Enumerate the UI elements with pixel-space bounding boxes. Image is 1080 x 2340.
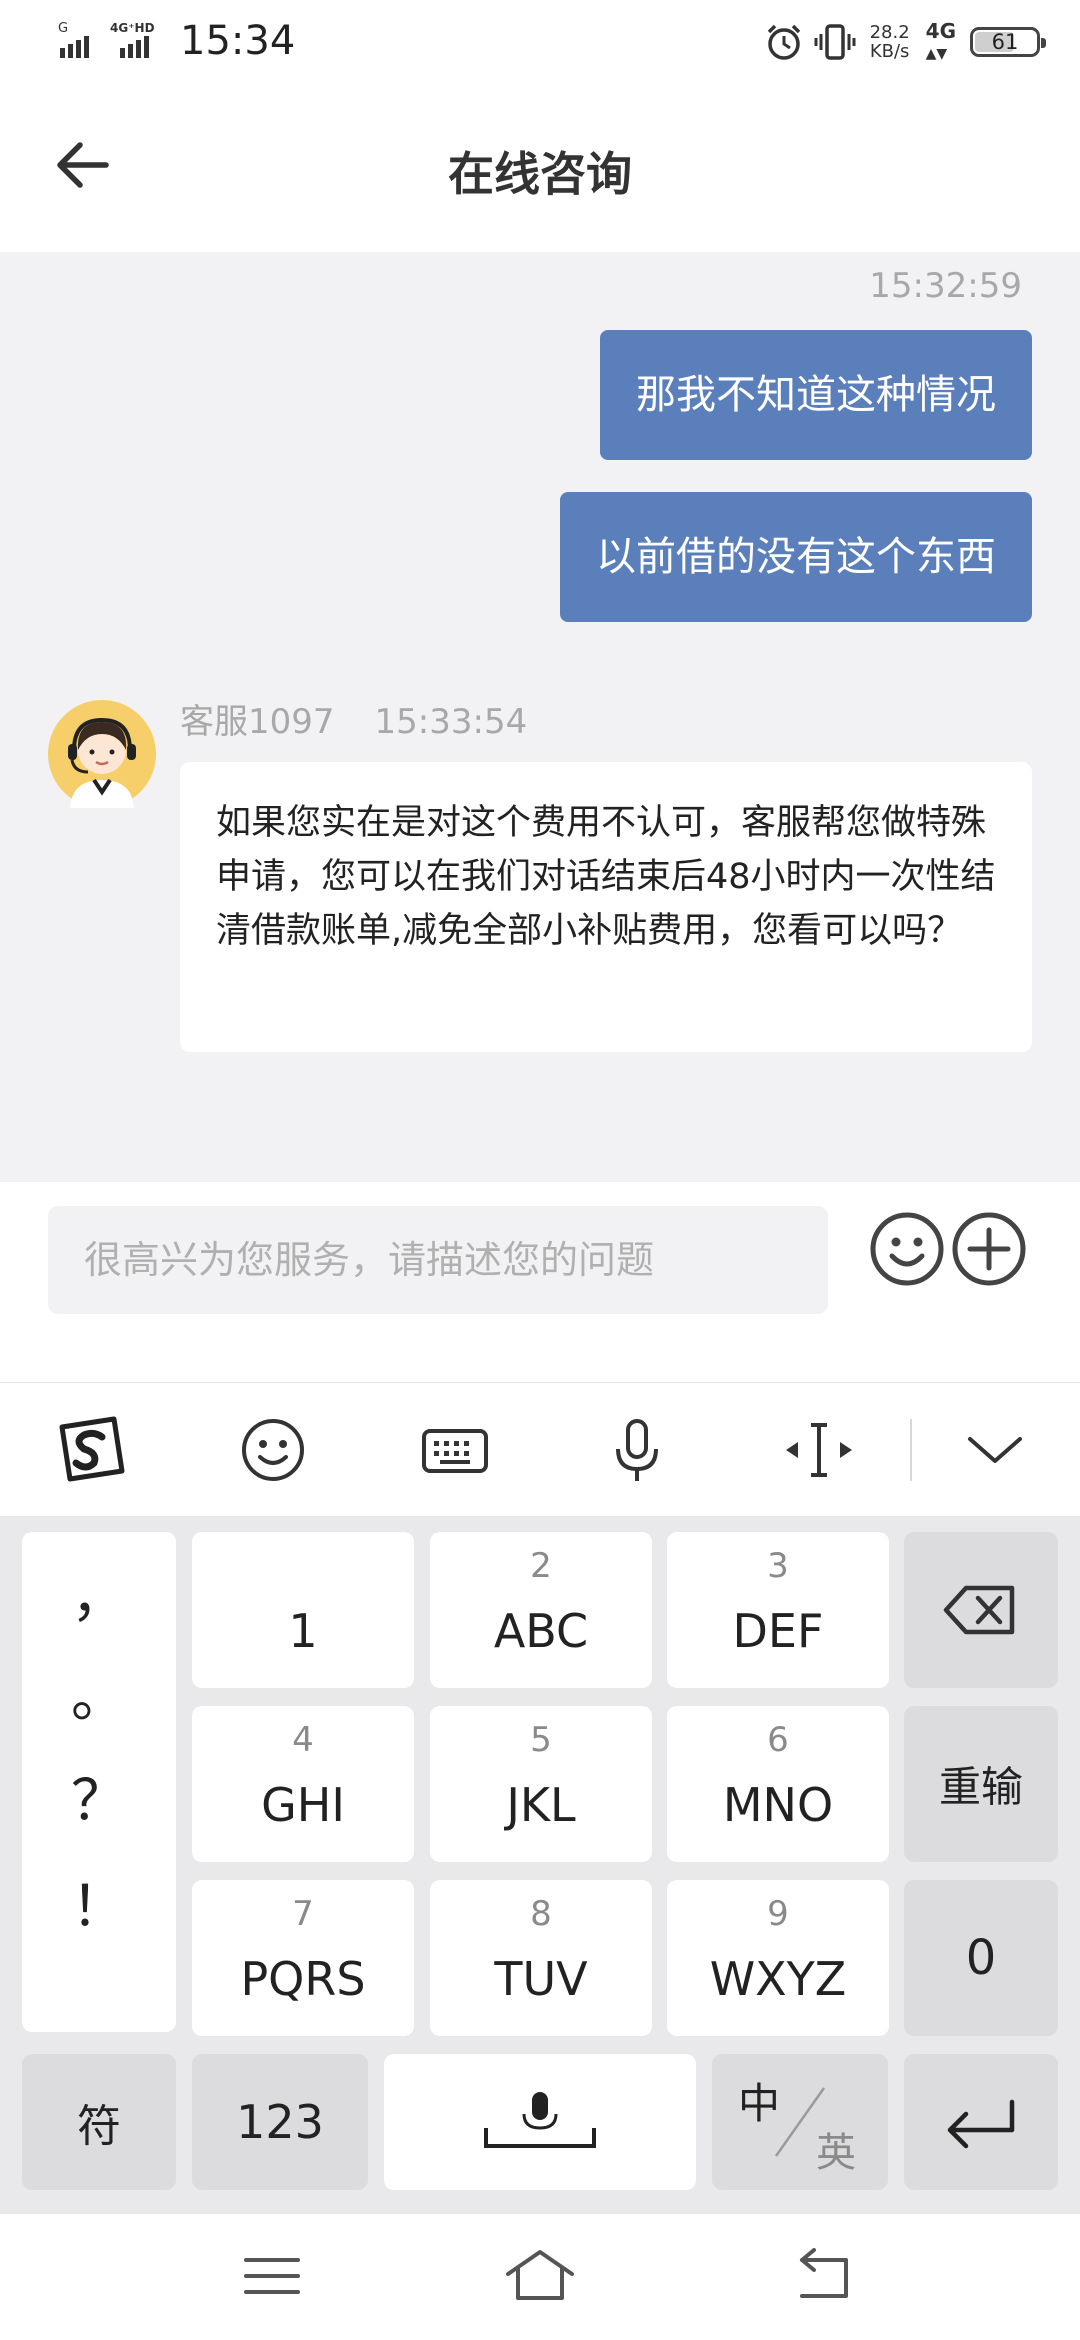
key-6[interactable]: 6 MNO xyxy=(667,1706,889,1862)
emoji-icon[interactable] xyxy=(236,1413,310,1487)
key-9[interactable]: 9 WXYZ xyxy=(667,1880,889,2036)
keyboard: ， 。 ？ ！ 1 2 ABC 3 DEF 4 GHI 5 JKL 6 MNO … xyxy=(0,1516,1080,2214)
data-arrows-icon: ▲▼ xyxy=(925,45,948,62)
vibrate-icon xyxy=(814,24,856,60)
key-number: 5 xyxy=(530,1720,552,1760)
key-number: 2 xyxy=(530,1546,552,1586)
header: 在线咨询 xyxy=(0,90,1080,252)
retype-label: 重输 xyxy=(938,1762,1023,1812)
key-number: 6 xyxy=(767,1720,789,1760)
outgoing-message[interactable]: 以前借的没有这个东西 xyxy=(560,492,1032,622)
chevron-down-icon[interactable] xyxy=(958,1413,1032,1487)
zero-label: 0 xyxy=(965,1930,997,1986)
toolbar-divider xyxy=(910,1419,912,1481)
symbols-label: 符 xyxy=(77,2101,121,2152)
key-number: 9 xyxy=(767,1894,789,1934)
punct-exclaim: ！ xyxy=(71,1875,127,1940)
key-7[interactable]: 7 PQRS xyxy=(192,1880,414,2036)
speed-value: 28.2 xyxy=(869,22,910,43)
outgoing-message[interactable]: 那我不知道这种情况 xyxy=(600,330,1032,460)
symbols-key[interactable]: 符 xyxy=(22,2054,176,2190)
key-number: 8 xyxy=(530,1894,552,1934)
signal-icon: G 4G⁺HD xyxy=(58,21,155,58)
key-number: 7 xyxy=(292,1894,314,1934)
enter-key[interactable] xyxy=(904,2054,1058,2190)
status-bar: G 4G⁺HD 15:34 28.2 KB/s 4G ▲▼ 61 xyxy=(0,0,1080,90)
key-label: TUV xyxy=(494,1952,588,2006)
agent-avatar xyxy=(48,700,156,808)
key-label: JKL xyxy=(506,1778,576,1832)
backspace-key[interactable] xyxy=(904,1532,1058,1688)
key-label: MNO xyxy=(722,1778,834,1832)
menu-icon[interactable] xyxy=(236,2246,308,2306)
enter-icon xyxy=(947,2099,1015,2149)
key-label: DEF xyxy=(732,1604,824,1658)
agent-meta: 客服1097 15:33:54 xyxy=(180,694,527,743)
key-label: 1 xyxy=(288,1604,318,1658)
input-bar: 很高兴为您服务，请描述您的问题 xyxy=(0,1182,1080,1382)
numeric-label: 123 xyxy=(236,2095,324,2149)
backspace-icon xyxy=(943,1585,1015,1635)
punct-question: ？ xyxy=(71,1769,127,1834)
message-input[interactable]: 很高兴为您服务，请描述您的问题 xyxy=(48,1206,828,1314)
key-label: WXYZ xyxy=(709,1952,847,2006)
space-mic-icon xyxy=(484,2092,596,2148)
key-2[interactable]: 2 ABC xyxy=(430,1532,652,1688)
key-3[interactable]: 3 DEF xyxy=(667,1532,889,1688)
battery-level: 61 xyxy=(991,30,1019,54)
battery-icon: 61 xyxy=(970,27,1046,57)
speed-unit: KB/s xyxy=(869,41,910,62)
signal-label-1: G xyxy=(58,21,68,36)
status-right: 28.2 KB/s 4G ▲▼ 61 xyxy=(764,20,1046,64)
network-type: 4G ▲▼ xyxy=(926,21,956,64)
key-1[interactable]: 1 xyxy=(192,1532,414,1688)
key-label: PQRS xyxy=(240,1952,366,2006)
lang-en-label: 英 xyxy=(816,2130,856,2176)
key-8[interactable]: 8 TUV xyxy=(430,1880,652,2036)
key-0[interactable]: 0 xyxy=(904,1880,1058,2036)
network-speed: 28.2 KB/s xyxy=(870,23,910,61)
navigation-bar xyxy=(0,2214,1080,2340)
key-4[interactable]: 4 GHI xyxy=(192,1706,414,1862)
numeric-key[interactable]: 123 xyxy=(192,2054,368,2190)
emoji-icon[interactable] xyxy=(868,1210,946,1288)
network-type-label: 4G xyxy=(925,18,956,43)
key-label: GHI xyxy=(261,1778,345,1832)
status-time: 15:34 xyxy=(180,18,296,64)
incoming-message[interactable]: 如果您实在是对这个费用不认可，客服帮您做特殊申请，您可以在我们对话结束后48小时… xyxy=(180,762,1032,1052)
language-toggle-key[interactable]: 中 英 xyxy=(712,2054,888,2190)
key-5[interactable]: 5 JKL xyxy=(430,1706,652,1862)
plus-icon[interactable] xyxy=(950,1210,1028,1288)
sogou-logo-icon[interactable] xyxy=(54,1413,128,1487)
space-key[interactable] xyxy=(384,2054,696,2190)
chat-area[interactable]: 15:32:59 那我不知道这种情况 以前借的没有这个东西 客服1097 15:3… xyxy=(0,252,1080,1182)
key-label: ABC xyxy=(493,1604,589,1658)
cursor-move-icon[interactable] xyxy=(782,1413,856,1487)
alarm-icon xyxy=(767,24,800,60)
punctuation-key[interactable]: ， 。 ？ ！ xyxy=(22,1532,176,2032)
punct-period: 。 xyxy=(71,1665,127,1730)
keyboard-toolbar xyxy=(0,1382,1080,1516)
key-number: 4 xyxy=(292,1720,314,1760)
return-icon[interactable] xyxy=(788,2246,860,2306)
key-number: 3 xyxy=(767,1546,789,1586)
punct-comma: ， xyxy=(71,1565,127,1630)
page-title: 在线咨询 xyxy=(448,147,632,201)
microphone-icon[interactable] xyxy=(600,1413,674,1487)
agent-name: 客服1097 xyxy=(180,702,335,742)
message-timestamp: 15:32:59 xyxy=(869,266,1022,306)
keyboard-icon[interactable] xyxy=(418,1413,492,1487)
retype-key[interactable]: 重输 xyxy=(904,1706,1058,1862)
home-icon[interactable] xyxy=(504,2246,576,2306)
signal-label-2: 4G⁺HD xyxy=(110,21,155,35)
agent-time: 15:33:54 xyxy=(374,702,528,742)
